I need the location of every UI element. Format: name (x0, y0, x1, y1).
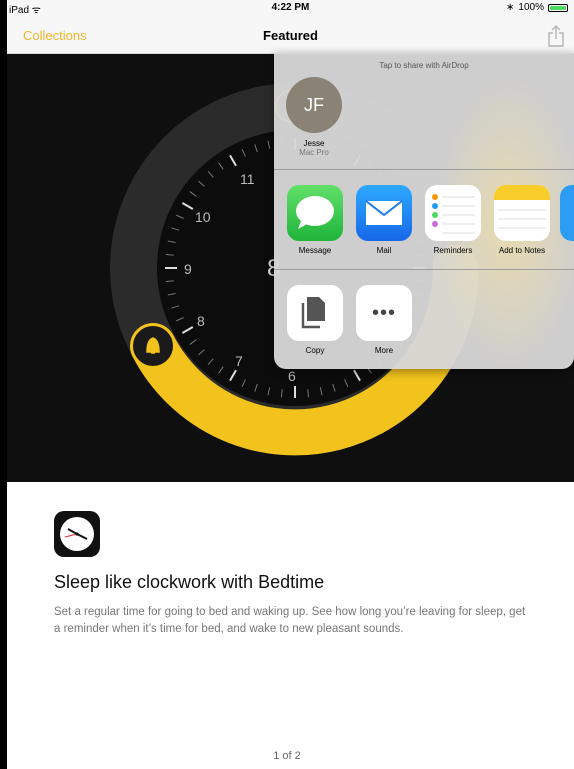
app-label: Reminders (433, 246, 473, 255)
share-action-copy[interactable]: Copy (284, 285, 346, 355)
page-indicator: 1 of 2 (273, 750, 301, 762)
app-icon-partial (560, 185, 574, 241)
reminders-icon (425, 185, 481, 241)
app-label: Mail (376, 246, 392, 255)
share-app-message[interactable]: Message (284, 185, 346, 255)
clock-number: 9 (184, 261, 192, 277)
app-label: Add to Notes (498, 246, 546, 255)
share-action-more[interactable]: ••• More (353, 285, 415, 355)
app-label: Message (298, 246, 332, 255)
status-right: ∗ 100% (506, 2, 568, 13)
story-headline: Sleep like clockwork with Bedtime (54, 572, 325, 592)
share-app-mail[interactable]: Mail (353, 185, 415, 255)
status-bar: iPad ᯤ 4:22 PM ∗ 100% (7, 0, 574, 16)
divider (274, 169, 574, 170)
messages-icon (287, 185, 343, 241)
divider (274, 269, 574, 270)
app-frame: iPad ᯤ 4:22 PM ∗ 100% Collections Featur… (0, 0, 574, 769)
page-title: Featured (263, 28, 318, 43)
screen-edge (0, 0, 7, 769)
share-icon[interactable] (546, 25, 566, 47)
copy-icon (287, 285, 343, 341)
bluetooth-icon: ∗ (506, 2, 515, 13)
battery-percent: 100% (518, 2, 544, 13)
mail-icon (356, 185, 412, 241)
clock-number: 6 (288, 368, 296, 384)
share-app-notes[interactable]: Add to Notes (491, 185, 553, 255)
battery-icon (548, 3, 568, 12)
action-label: Copy (305, 346, 325, 355)
story-description: Set a regular time for going to bed and … (54, 606, 526, 635)
more-icon: ••• (356, 285, 412, 341)
clock-number: 11 (240, 171, 255, 187)
clock-number: 10 (195, 209, 211, 225)
contact-name: Jesse (303, 139, 325, 148)
share-app-partial[interactable] (560, 185, 574, 241)
clock-number: 7 (235, 353, 243, 369)
airdrop-contact-jesse[interactable]: JF Jesse Mac Pro (284, 77, 344, 157)
avatar: JF (286, 77, 342, 133)
airdrop-title: Tap to share with AirDrop (379, 61, 469, 70)
navigation-bar: Collections Featured (7, 16, 574, 54)
notes-icon (494, 185, 550, 241)
status-time: 4:22 PM (271, 2, 310, 13)
contact-device: Mac Pro (299, 148, 329, 157)
clock-app-icon (54, 511, 100, 557)
clock-number: 8 (197, 313, 205, 329)
action-label: More (374, 346, 394, 355)
share-app-reminders[interactable]: Reminders (422, 185, 484, 255)
share-sheet: Tap to share with AirDrop JF Jesse Mac P… (274, 53, 574, 369)
